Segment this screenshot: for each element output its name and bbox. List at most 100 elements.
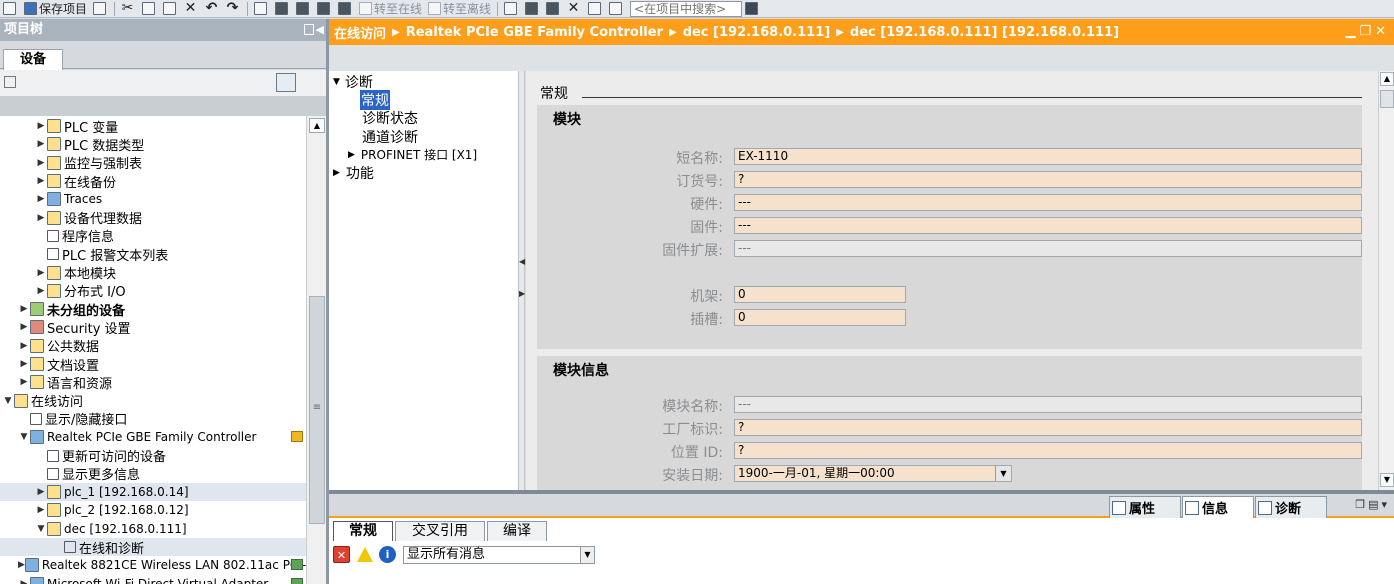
nav-general[interactable]: 常规 xyxy=(360,90,390,110)
chevron-right-icon[interactable]: ▶ xyxy=(18,377,30,387)
tree-item[interactable]: 显示更多信息 xyxy=(0,465,306,483)
chevron-right-icon[interactable]: ▶ xyxy=(18,341,30,351)
tree-item[interactable]: ▶ 设备代理数据 xyxy=(0,209,306,227)
chevron-right-icon[interactable]: ▶ xyxy=(35,139,47,149)
warning-filter-icon[interactable] xyxy=(357,547,373,562)
breadcrumb-item[interactable]: 在线访问 xyxy=(334,23,386,42)
upload-button[interactable] xyxy=(293,0,314,17)
tree-item[interactable]: 显示/隐藏接口 xyxy=(0,410,306,428)
chevron-right-icon[interactable]: ▶ xyxy=(35,213,47,223)
subtab-general[interactable]: 常规 xyxy=(333,521,393,541)
scroll-thumb[interactable]: ≡ xyxy=(309,296,325,524)
breadcrumb-item[interactable]: dec [192.168.0.111] [192.168.0.111] xyxy=(850,25,1119,40)
chevron-right-icon[interactable]: ▶ xyxy=(35,268,47,278)
split-vertical-button[interactable] xyxy=(606,0,627,17)
plant-id-field[interactable]: ? xyxy=(734,419,1362,436)
tree-item[interactable]: ▼ dec [192.168.0.111] xyxy=(0,520,306,538)
install-date-select[interactable]: 1900-一月-01, 星期一00:00 ▼ xyxy=(734,465,1012,482)
window-controls-icon[interactable]: ▁❐✕ xyxy=(1345,24,1390,39)
chevron-right-icon[interactable]: ▶ xyxy=(35,286,47,296)
chevron-right-icon[interactable]: ▶ xyxy=(35,176,47,186)
chevron-down-icon[interactable]: ▼ xyxy=(35,524,47,534)
scroll-up-icon[interactable]: ▲ xyxy=(1380,72,1394,86)
tree-scrollbar[interactable]: ▲ ≡ xyxy=(306,116,326,584)
tree-item[interactable]: ▶ Traces xyxy=(0,190,306,208)
tree-toggle-icon[interactable] xyxy=(4,76,16,88)
chevron-right-icon[interactable]: ▶ xyxy=(18,359,30,369)
chevron-down-icon[interactable]: ▼ xyxy=(18,432,30,442)
tree-item[interactable]: ▶ 监控与强制表 xyxy=(0,154,306,172)
module-name-field[interactable]: --- xyxy=(734,396,1362,413)
scroll-up-icon[interactable]: ▲ xyxy=(309,118,325,133)
tab-info[interactable]: 信息 xyxy=(1182,496,1254,518)
tree-item[interactable]: ▶ PLC 数据类型 xyxy=(0,135,306,154)
nav-diagnostics[interactable]: ▼ 诊断 xyxy=(333,72,373,92)
overview-icon[interactable] xyxy=(276,73,296,92)
collapse-left-icon[interactable]: ◀ xyxy=(519,257,525,266)
tree-item[interactable]: ▼ 在线访问 xyxy=(0,392,306,410)
info-filter-icon[interactable]: i xyxy=(379,546,396,563)
paste-button[interactable] xyxy=(160,0,181,17)
chevron-right-icon[interactable]: ▶ xyxy=(35,487,47,497)
tree-item[interactable]: ▼ Realtek PCIe GBE Family Controller xyxy=(0,428,306,446)
chevron-right-icon[interactable]: ▶ xyxy=(35,505,47,515)
window-controls-icon[interactable]: ❐▤▾ xyxy=(1355,498,1390,511)
breadcrumb-item[interactable]: dec [192.168.0.111] xyxy=(683,25,831,40)
tab-properties[interactable]: 属性 xyxy=(1109,496,1181,518)
rack-field[interactable]: 0 xyxy=(734,286,906,303)
nav-functions[interactable]: ▶ 功能 xyxy=(333,163,374,183)
expand-right-icon[interactable]: ▶ xyxy=(519,289,525,298)
collapse-left-icon[interactable]: ◀ xyxy=(316,23,324,36)
tree-item[interactable]: ▶ 文档设置 xyxy=(0,355,306,374)
accessible-nodes-button[interactable] xyxy=(501,0,522,17)
close-button[interactable]: ✕ xyxy=(564,0,585,17)
chevron-right-icon[interactable]: ▶ xyxy=(18,579,30,584)
copy-button[interactable] xyxy=(139,0,160,17)
slot-field[interactable]: 0 xyxy=(734,309,906,326)
accessible-devices-button[interactable] xyxy=(335,0,356,17)
simulate-button[interactable] xyxy=(314,0,335,17)
nav-profinet[interactable]: ▶ PROFINET 接口 [X1] xyxy=(348,146,477,163)
firmware-field[interactable]: --- xyxy=(734,217,1362,234)
tree-item[interactable]: ▶ plc_1 [192.168.0.14] xyxy=(0,483,306,502)
chevron-right-icon[interactable]: ▶ xyxy=(35,194,47,204)
cut-button[interactable]: ✂ xyxy=(118,0,139,17)
chevron-down-icon[interactable]: ▼ xyxy=(995,466,1011,481)
fw-ext-field[interactable]: --- xyxy=(734,240,1362,257)
chevron-right-icon[interactable]: ▶ xyxy=(18,304,30,314)
chevron-right-icon[interactable]: ▶ xyxy=(18,560,25,570)
tree-item[interactable]: ▶ 在线备份 xyxy=(0,172,306,191)
new-project-button[interactable] xyxy=(0,0,21,17)
save-project-button[interactable]: 保存项目 xyxy=(21,0,90,17)
nav-diagnostic-status[interactable]: 诊断状态 xyxy=(362,108,418,128)
chevron-right-icon[interactable]: ▶ xyxy=(35,121,47,131)
redo-button[interactable]: ↷ xyxy=(223,0,244,17)
tree-item[interactable]: 程序信息 xyxy=(0,227,306,245)
tree-item[interactable]: 在线和诊断 xyxy=(0,537,306,557)
compile-button[interactable] xyxy=(251,0,272,17)
subtab-compile[interactable]: 编译 xyxy=(487,521,547,541)
tree-item[interactable]: ▶ 语言和资源 xyxy=(0,373,306,392)
nav-channel-diagnostics[interactable]: 通道诊断 xyxy=(362,127,418,147)
scroll-down-icon[interactable]: ▼ xyxy=(1380,473,1394,487)
go-online-button[interactable]: 转至在线 xyxy=(356,0,425,17)
breadcrumb-item[interactable]: Realtek PCIe GBE Family Controller xyxy=(406,25,663,40)
order-no-field[interactable]: ? xyxy=(734,171,1362,188)
tree-item[interactable]: ▶ Security 设置 xyxy=(0,318,306,337)
tree-item[interactable]: ▶ Realtek 8821CE Wireless LAN 802.11ac PC… xyxy=(0,556,306,574)
tree-item[interactable]: ▶ 公共数据 xyxy=(0,337,306,355)
tree-item[interactable]: ▶ 分布式 I/O xyxy=(0,282,306,300)
tree-item[interactable]: ▶ 未分组的设备 xyxy=(0,300,306,319)
error-filter-icon[interactable]: ✕ xyxy=(333,546,350,563)
scroll-thumb[interactable] xyxy=(1380,90,1394,108)
message-filter-select[interactable]: 显示所有消息 ▼ xyxy=(403,546,595,564)
tree-item[interactable]: ▶ plc_2 [192.168.0.12] xyxy=(0,501,306,519)
start-cpu-button[interactable] xyxy=(522,0,543,17)
tree-item[interactable]: ▶ PLC 变量 xyxy=(0,117,306,136)
project-search-input[interactable] xyxy=(630,0,743,17)
refresh-tree-icon[interactable] xyxy=(299,74,315,91)
go-offline-button[interactable]: 转至离线 xyxy=(425,0,494,17)
chevron-down-icon[interactable]: ▼ xyxy=(580,547,594,563)
short-name-field[interactable]: EX-1110 xyxy=(734,148,1362,165)
hardware-field[interactable]: --- xyxy=(734,194,1362,211)
